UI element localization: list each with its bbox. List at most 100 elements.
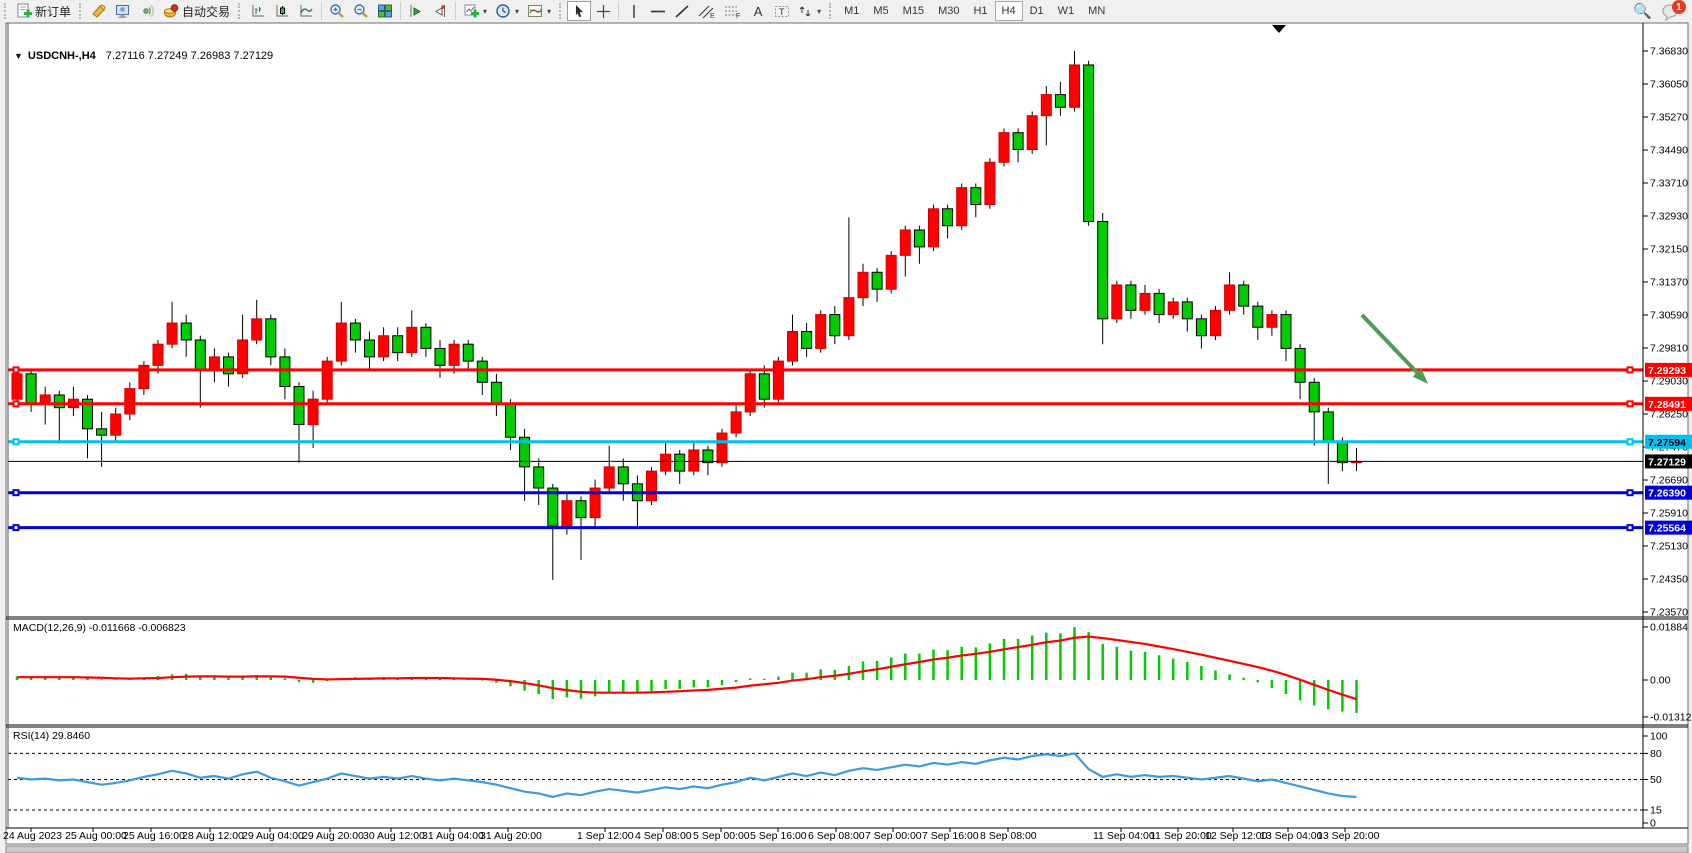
chart-menu-icon[interactable]: ▼ — [14, 51, 23, 61]
timeframe-w1[interactable]: W1 — [1051, 1, 1082, 21]
candle-down — [675, 454, 685, 471]
notifications-button[interactable]: 1 — [1662, 1, 1684, 21]
timeframe-d1[interactable]: D1 — [1023, 1, 1051, 21]
line-handle-center — [1629, 368, 1632, 371]
candle-up — [1041, 95, 1051, 116]
templates-button[interactable]: ▾ — [523, 1, 555, 21]
timeframe-m1[interactable]: M1 — [837, 1, 866, 21]
toolbar-grip[interactable] — [829, 3, 834, 19]
text-tool-button[interactable]: A — [746, 1, 770, 21]
candle-up — [153, 344, 163, 365]
text-icon: A — [754, 5, 763, 18]
auto-scroll-button[interactable] — [428, 1, 452, 21]
tile-windows-button[interactable] — [373, 1, 397, 21]
candle-down — [26, 374, 36, 404]
text-label-tool-button[interactable]: T — [770, 1, 794, 21]
new-chart-icon — [463, 3, 479, 19]
timeframe-h4[interactable]: H4 — [995, 1, 1023, 21]
toolbar-grip[interactable] — [79, 3, 84, 19]
candle-up — [745, 374, 755, 412]
horizontal-line-tool-button[interactable] — [646, 1, 670, 21]
cursor-tool-button[interactable] — [567, 1, 591, 21]
candle-up — [1070, 65, 1080, 107]
candle-down — [365, 340, 375, 357]
new-chart-button[interactable]: ▾ — [459, 1, 491, 21]
timeframe-m30[interactable]: M30 — [931, 1, 966, 21]
window-bottom-strip — [6, 846, 1688, 853]
candle-down — [1295, 348, 1305, 382]
timeframe-mn[interactable]: MN — [1081, 1, 1112, 21]
candlestick-chart-button[interactable] — [270, 1, 294, 21]
chart-symbol: USDCNH-,H4 — [28, 50, 96, 62]
chart-shift-button[interactable] — [404, 1, 428, 21]
candle-up — [886, 255, 896, 289]
candle-up — [1225, 285, 1235, 310]
svg-text:T: T — [779, 7, 785, 17]
zoom-in-button[interactable] — [325, 1, 349, 21]
candle-down — [1182, 302, 1192, 319]
channel-tool-button[interactable]: E — [694, 1, 720, 21]
trendline-tool-button[interactable] — [670, 1, 694, 21]
candle-down — [463, 344, 473, 361]
candle-down — [1196, 319, 1206, 336]
zoom-out-icon — [353, 3, 369, 19]
candle-down — [294, 387, 304, 425]
signals-button[interactable] — [135, 1, 159, 21]
timeframe-h1[interactable]: H1 — [966, 1, 994, 21]
candle-up — [957, 188, 967, 226]
candle-down — [506, 403, 516, 437]
candle-up — [661, 454, 671, 471]
candle-up — [407, 327, 417, 352]
timeframe-m5[interactable]: M5 — [866, 1, 895, 21]
candle-down — [393, 336, 403, 353]
candle-down — [1281, 315, 1291, 349]
vertical-line-tool-button[interactable] — [622, 1, 646, 21]
time-axis[interactable] — [8, 829, 1643, 845]
notification-badge: 1 — [1672, 0, 1686, 14]
periods-button[interactable]: ▾ — [491, 1, 523, 21]
candle-up — [40, 395, 50, 403]
candle-down — [914, 230, 924, 247]
candle-up — [816, 315, 826, 349]
candle-down — [1309, 382, 1319, 412]
autotrading-button[interactable]: 自动交易 — [159, 1, 234, 21]
toolbar-grip[interactable] — [4, 3, 9, 19]
timeframe-m15[interactable]: M15 — [896, 1, 931, 21]
dropdown-arrow-icon: ▾ — [547, 7, 551, 16]
arrows-tool-button[interactable]: ▾ — [794, 1, 825, 21]
toolbar-grip[interactable] — [559, 3, 564, 19]
candle-up — [322, 361, 332, 399]
bar-chart-button[interactable] — [246, 1, 270, 21]
line-handle-center — [15, 440, 18, 443]
equidistant-channel-icon: E — [698, 4, 716, 19]
chart-shift-icon — [408, 3, 424, 19]
candle-up — [717, 433, 727, 463]
quotes-button[interactable] — [87, 1, 111, 21]
price-axis[interactable] — [1644, 23, 1692, 827]
line-chart-button[interactable] — [294, 1, 318, 21]
candle-down — [1126, 285, 1136, 310]
tile-windows-icon — [377, 3, 393, 19]
candle-down — [435, 348, 445, 365]
candle-down — [943, 209, 953, 226]
dropdown-arrow-icon: ▾ — [483, 7, 487, 16]
crosshair-tool-button[interactable] — [591, 1, 615, 21]
line-handle-center — [15, 402, 18, 405]
toolbar-grip[interactable] — [238, 3, 243, 19]
autotrading-label: 自动交易 — [182, 3, 230, 20]
new-order-button[interactable]: 新订单 — [12, 1, 75, 21]
candle-up — [336, 323, 346, 361]
candle-up — [12, 374, 22, 399]
candle-down — [280, 357, 290, 387]
candle-up — [1140, 293, 1150, 310]
new-order-icon — [16, 3, 32, 19]
candle-up — [379, 336, 389, 357]
candle-down — [971, 188, 981, 205]
candlestick-icon — [274, 3, 290, 19]
candle-down — [1154, 293, 1164, 314]
candle-down — [1337, 442, 1347, 463]
search-icon[interactable]: 🔍 — [1633, 4, 1652, 19]
fibonacci-tool-button[interactable]: F — [720, 1, 746, 21]
metaeditor-button[interactable] — [111, 1, 135, 21]
zoom-out-button[interactable] — [349, 1, 373, 21]
